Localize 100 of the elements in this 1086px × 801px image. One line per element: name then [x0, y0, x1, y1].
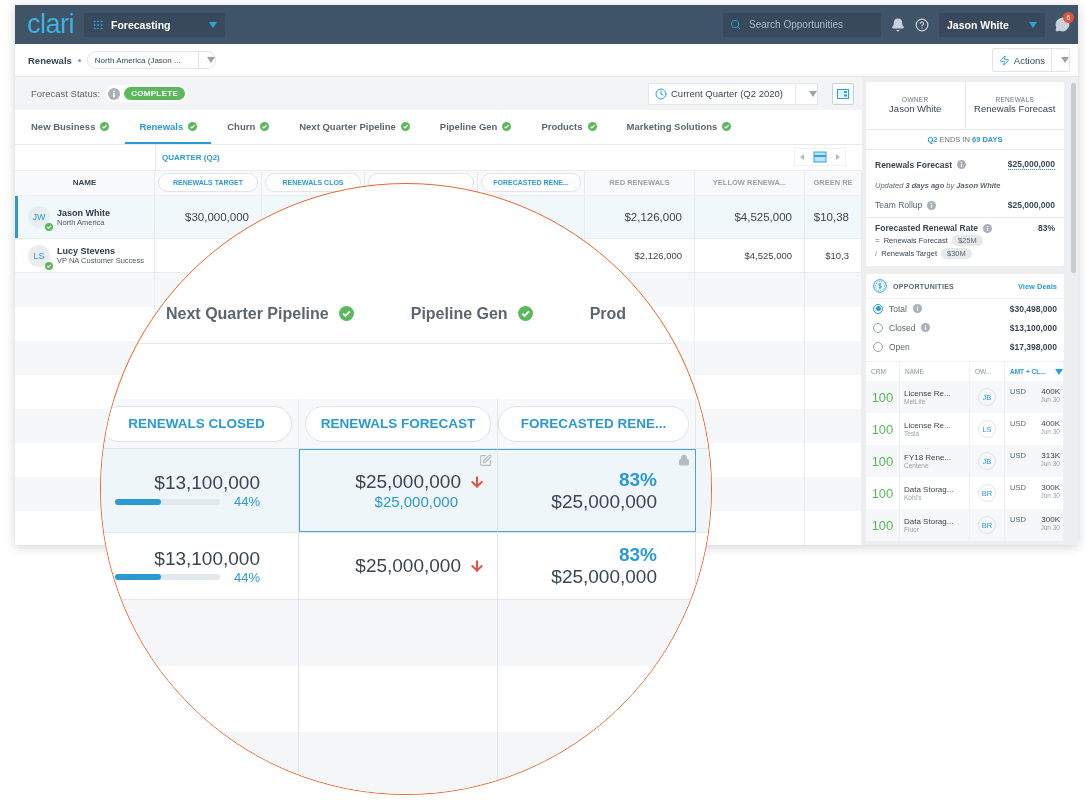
caret-icon — [809, 90, 817, 97]
deal-name[interactable]: Data Storag... — [904, 485, 969, 494]
forecast-amount: $25,000,000 — [551, 566, 657, 588]
user-menu[interactable]: Jason White — [939, 12, 1045, 37]
lightning-icon — [998, 54, 1010, 66]
layout-toggle-button[interactable] — [832, 82, 854, 105]
column-pager[interactable] — [794, 148, 846, 167]
check-icon — [188, 121, 198, 131]
deal-name[interactable]: FY18 Rene... — [904, 453, 969, 462]
forecast-rollup: $25,000,000 — [374, 493, 458, 510]
filter-label: Open — [889, 341, 910, 352]
deal-name[interactable]: Data Storag... — [904, 517, 969, 526]
crm-score: 100 — [871, 485, 894, 501]
info-icon — [983, 223, 992, 233]
check-icon — [45, 223, 53, 232]
deal-amount: 300K — [1041, 483, 1060, 492]
search-icon — [730, 19, 741, 30]
module-selector[interactable]: Forecasting — [84, 12, 225, 37]
check-icon — [338, 306, 354, 321]
column-header: NAME — [72, 178, 97, 188]
crm-score: 100 — [871, 517, 894, 533]
renewal-rate: 83% — [618, 544, 657, 566]
bell-icon[interactable] — [891, 17, 905, 32]
tab[interactable]: Next Quarter Pipeline — [166, 304, 354, 323]
filter-value: $17,398,000 — [1009, 341, 1057, 352]
status-badge: COMPLETE — [124, 87, 186, 100]
deal-amount: 400K — [1041, 419, 1060, 428]
rollup-value: $25,000,000 — [1007, 200, 1055, 210]
app-logo[interactable]: clari — [27, 9, 74, 40]
column-header-button[interactable]: FORECASTED RENE... — [498, 405, 689, 442]
forecast-type: Renewals Forecast — [974, 103, 1056, 115]
group-header: QUARTER (Q2) — [162, 152, 220, 162]
operator-sign: = — [875, 236, 880, 245]
table-cell: $30,000,000 — [185, 211, 249, 224]
deal-name[interactable]: License Re... — [904, 389, 969, 398]
dropdown-button[interactable] — [1051, 49, 1069, 71]
table-cell: $4,525,000 — [734, 211, 792, 224]
percent-label: 44% — [233, 494, 260, 509]
edit-icon[interactable] — [479, 454, 492, 467]
check-icon — [517, 306, 533, 321]
tab[interactable]: Pipeline Gen — [425, 110, 526, 144]
period-dropdown[interactable]: Current Quarter (Q2 2020) — [648, 82, 818, 105]
tab[interactable]: Next Quarter Pipeline — [285, 110, 424, 144]
check-icon — [587, 121, 597, 131]
caret-icon — [1061, 57, 1069, 63]
caret-icon — [1055, 368, 1063, 375]
crm-score: 100 — [871, 389, 894, 405]
check-icon — [722, 121, 732, 131]
operator-sign: / — [875, 249, 878, 258]
owner-name: Jason White — [889, 103, 942, 115]
table-cell: $10,3 — [825, 250, 849, 262]
caret-icon — [209, 21, 217, 28]
deal-name[interactable]: License Re... — [904, 421, 969, 430]
avatar: JW — [28, 206, 50, 229]
check-icon — [400, 121, 410, 131]
forecast-value[interactable]: $25,000,000 — [1007, 159, 1055, 170]
help-icon[interactable] — [915, 17, 929, 32]
layout-icon — [837, 88, 849, 99]
table-cell: $2,126,000 — [624, 211, 682, 224]
status-label: Forecast Status: — [31, 88, 101, 99]
rollup-label: Team Rollup — [875, 200, 923, 210]
check-icon — [45, 261, 53, 270]
forecast-amount: $25,000,000 — [355, 555, 461, 577]
tab[interactable]: Prod — [589, 304, 627, 323]
filter-label: Closed — [889, 322, 916, 333]
separator-dot — [77, 58, 81, 62]
forecast-cell[interactable]: $25,000,000 $25,000,000 — [299, 449, 498, 532]
rate-value: 83% — [1038, 223, 1055, 233]
check-icon — [100, 121, 110, 131]
rate-label: Forecasted Renewal Rate — [875, 223, 978, 233]
crm-score: 100 — [871, 421, 894, 437]
table-cell: $2,126,000 — [634, 250, 682, 262]
left-arrow-icon[interactable] — [800, 154, 804, 161]
check-icon — [502, 121, 512, 131]
clock-icon — [655, 87, 667, 100]
caret-icon — [1029, 21, 1037, 28]
crm-score: 100 — [871, 453, 894, 469]
search-field[interactable]: Search Opportunities — [747, 18, 867, 31]
person-name: Jason White — [57, 207, 110, 218]
tab[interactable]: New Business — [17, 110, 124, 144]
deal-amount: 400K — [1041, 387, 1060, 396]
forecast-label: Renewals Forecast — [875, 159, 952, 170]
search-box[interactable]: Search Opportunities — [723, 12, 881, 37]
forecast-amount: $25,000,000 — [551, 490, 657, 513]
filter-value: $30,498,000 — [1009, 303, 1057, 314]
tab[interactable]: Pipeline Gen — [410, 304, 533, 323]
tab[interactable]: Products — [527, 110, 611, 144]
deal-amount: 313K — [1041, 451, 1060, 460]
column-header-button[interactable]: RENEWALS FORECAST — [305, 405, 491, 442]
dollar-icon — [873, 279, 887, 293]
scrollbar[interactable] — [1071, 83, 1076, 273]
forecast-cell[interactable]: $25,000,000 — [299, 533, 498, 599]
tab[interactable]: Renewals — [125, 110, 212, 144]
tab[interactable]: Marketing Solutions — [612, 110, 746, 144]
tab[interactable]: Churn — [213, 110, 284, 144]
right-arrow-icon[interactable] — [836, 154, 840, 161]
lock-icon — [678, 454, 690, 466]
page-title: Renewals — [28, 54, 72, 66]
table-cell: $10,38 — [813, 211, 849, 224]
closed-amount: $13,100,000 — [154, 547, 260, 570]
